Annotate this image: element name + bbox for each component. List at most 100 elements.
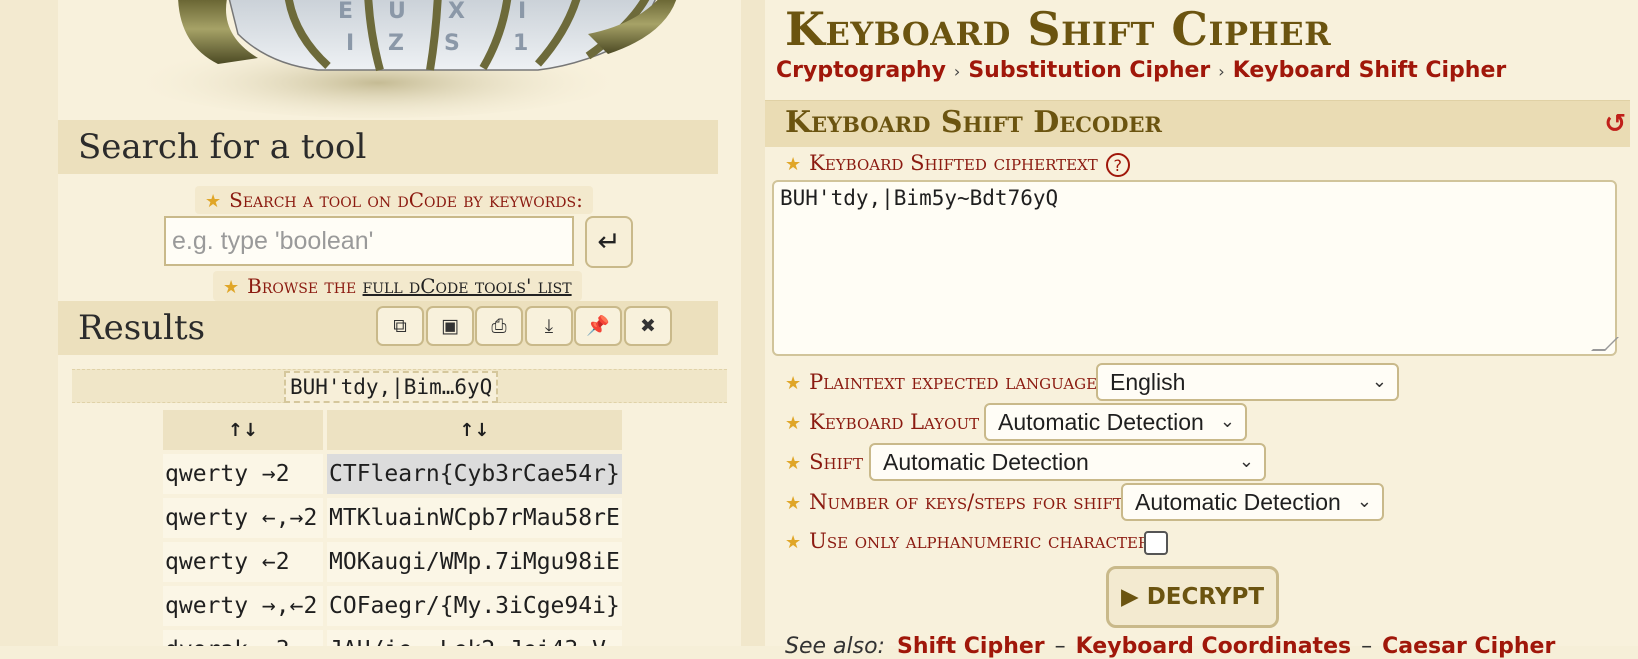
pin-icon: 📌 <box>586 315 610 337</box>
download-button[interactable]: ⤓ <box>525 306 573 346</box>
see-also-shift-cipher[interactable]: Shift Cipher <box>897 634 1045 659</box>
breadcrumb-separator: › <box>953 62 961 81</box>
star-icon: ★ <box>785 154 802 175</box>
result-text[interactable]: COFaegr/{My.3iCge94i} <box>327 586 622 626</box>
table-row: qwerty →2 CTFlearn{Cyb3rCae54r} <box>163 454 622 494</box>
star-icon: ★ <box>223 277 240 298</box>
print-icon: ⎙ <box>491 315 507 337</box>
main-content: Keyboard Shift Cipher Cryptography › Subst… <box>765 0 1638 659</box>
decoder-header: Keyboard Shift Decoder ↺ <box>765 100 1630 147</box>
breadcrumb-substitution-cipher[interactable]: Substitution Cipher <box>968 58 1210 83</box>
svg-text:I: I <box>518 0 526 24</box>
enter-icon: ↵ <box>597 225 621 258</box>
table-row: qwerty ←2 MOKaugi/WMp.7iMgu98iE <box>163 542 622 582</box>
ciphertext-label: ★ Keyboard Shifted ciphertext? <box>785 151 1130 177</box>
result-text[interactable]: CTFlearn{Cyb3rCae54r} <box>327 454 622 494</box>
screenshot-icon: ▣ <box>441 315 459 337</box>
keyboard-layout-select[interactable]: Automatic Detection ⌄ <box>984 403 1247 441</box>
close-icon: ✖ <box>640 315 656 337</box>
play-icon: ▶ <box>1120 584 1139 610</box>
sort-column-method[interactable]: ↑↓ <box>163 410 323 450</box>
see-also-separator: – <box>1054 634 1066 659</box>
shift-label: ★ Shift <box>785 450 863 474</box>
decrypt-label: DECRYPT <box>1146 584 1265 610</box>
result-query-bar: BUH'tdy,|Bim…6yQ <box>72 369 727 403</box>
result-text[interactable]: JAU/ie =Lek2 Jei43 V <box>327 630 622 646</box>
alphanumeric-label-text: Use only alphanumeric characters <box>809 529 1160 553</box>
language-value: English <box>1110 369 1186 395</box>
shift-label-text: Shift <box>809 450 863 474</box>
breadcrumb-cryptography[interactable]: Cryptography <box>776 58 946 83</box>
close-results-button[interactable]: ✖ <box>624 306 672 346</box>
svg-text:Z: Z <box>388 31 404 56</box>
ciphertext-value: BUH'tdy,|Bim5y~Bdt76yQ <box>780 186 1059 210</box>
keyboard-layout-label: ★ Keyboard Layout <box>785 410 979 434</box>
full-tools-list-link[interactable]: full dCode tools' list <box>363 274 572 298</box>
browse-tools-line: ★ Browse the full dCode tools' list <box>213 271 582 301</box>
keyboard-layout-value: Automatic Detection <box>998 409 1204 435</box>
left-gutter <box>0 0 58 646</box>
svg-text:E: E <box>338 0 353 24</box>
result-method: qwerty →,←2 <box>163 586 323 626</box>
decrypt-button[interactable]: ▶ DECRYPT <box>1106 566 1279 628</box>
alphanumeric-label: ★ Use only alphanumeric characters <box>785 529 1160 553</box>
search-placeholder: e.g. type 'boolean' <box>172 227 374 255</box>
see-also-keyboard-coordinates[interactable]: Keyboard Coordinates <box>1076 634 1351 659</box>
steps-select[interactable]: Automatic Detection ⌄ <box>1121 483 1384 521</box>
reset-icon[interactable]: ↺ <box>1604 109 1626 139</box>
screenshot-button[interactable]: ▣ <box>426 306 474 346</box>
see-also-caesar-cipher[interactable]: Caesar Cipher <box>1382 634 1555 659</box>
star-icon: ★ <box>205 191 222 212</box>
print-button[interactable]: ⎙ <box>475 306 523 346</box>
download-icon: ⤓ <box>544 315 554 337</box>
breadcrumb: Cryptography › Substitution Cipher › Keyboar… <box>776 58 1506 83</box>
star-icon: ★ <box>785 413 802 434</box>
alphanumeric-checkbox[interactable] <box>1144 531 1168 555</box>
table-row: qwerty →,←2 COFaegr/{My.3iCge94i} <box>163 586 622 626</box>
breadcrumb-keyboard-shift-cipher[interactable]: Keyboard Shift Cipher <box>1233 58 1507 83</box>
sidebar-content: E U X I I Z S 1 Search for a tool ★ Search a to… <box>58 0 741 646</box>
language-label: ★ Plaintext expected language <box>785 370 1097 394</box>
result-method: qwerty ←,→2 <box>163 498 323 538</box>
left-sidebar: E U X I I Z S 1 Search for a tool ★ Search a to… <box>58 0 741 646</box>
svg-text:S: S <box>444 31 460 56</box>
chevron-down-icon: ⌄ <box>1371 371 1387 392</box>
steps-value: Automatic Detection <box>1135 489 1341 515</box>
search-keywords-text: Search a tool on dCode by keywords: <box>229 188 583 212</box>
result-query-text[interactable]: BUH'tdy,|Bim…6yQ <box>284 371 499 403</box>
sort-column-text[interactable]: ↑↓ <box>327 410 622 450</box>
browse-prefix: Browse the <box>247 274 357 298</box>
svg-text:U: U <box>388 0 406 24</box>
breadcrumb-separator: › <box>1218 62 1225 81</box>
star-icon: ★ <box>785 493 802 514</box>
pin-button[interactable]: 📌 <box>574 306 622 346</box>
see-also-line: See also: Shift Cipher – Keyboard Coordinat… <box>785 634 1555 659</box>
search-input[interactable]: e.g. type 'boolean' <box>164 216 574 266</box>
ciphertext-textarea[interactable]: BUH'tdy,|Bim5y~Bdt76yQ <box>772 180 1619 356</box>
resize-handle-icon[interactable] <box>1591 337 1619 351</box>
language-select[interactable]: English ⌄ <box>1096 363 1399 401</box>
search-submit-button[interactable]: ↵ <box>585 216 633 268</box>
column-gutter <box>741 0 765 646</box>
language-label-text: Plaintext expected language <box>809 370 1098 394</box>
chevron-down-icon: ⌄ <box>1356 491 1372 512</box>
svg-text:X: X <box>448 0 465 24</box>
copy-icon: ⧉ <box>393 315 407 337</box>
star-icon: ★ <box>785 532 802 553</box>
svg-text:I: I <box>346 31 354 56</box>
chevron-down-icon: ⌄ <box>1238 451 1254 472</box>
result-text[interactable]: MOKaugi/WMp.7iMgu98iE <box>327 542 622 582</box>
result-text[interactable]: MTKluainWCpb7rMau58rE <box>327 498 622 538</box>
search-heading: Search for a tool <box>58 120 718 174</box>
shift-value: Automatic Detection <box>883 449 1089 475</box>
page-title: Keyboard Shift Cipher <box>785 2 1332 56</box>
copy-button[interactable]: ⧉ <box>376 306 424 346</box>
see-also-label: See also: <box>785 634 885 659</box>
decoder-title: Keyboard Shift Decoder <box>785 105 1162 140</box>
search-keywords-label: ★ Search a tool on dCode by keywords: <box>195 186 593 214</box>
star-icon: ★ <box>785 453 802 474</box>
keyboard-layout-label-text: Keyboard Layout <box>809 410 980 434</box>
help-icon[interactable]: ? <box>1105 152 1130 177</box>
shift-select[interactable]: Automatic Detection ⌄ <box>869 443 1266 481</box>
cryptex-lock-image: E U X I I Z S 1 <box>128 0 677 118</box>
